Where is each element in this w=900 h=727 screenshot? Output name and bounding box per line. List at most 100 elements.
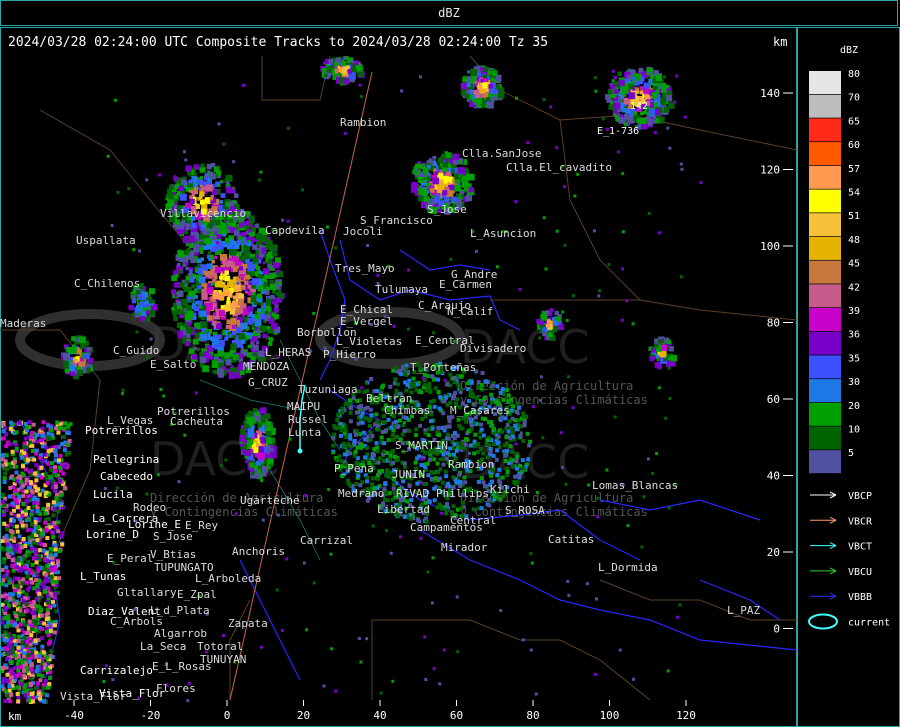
current-marker [297, 448, 303, 454]
place-label: Medrano [338, 487, 384, 500]
legend-track-keys: VBCP VBCR VBCT VBCU VBBB current [808, 491, 890, 630]
place-label: TUNUYAN [200, 653, 246, 666]
legend-level-label: 42 [848, 282, 860, 293]
legend-swatch [809, 450, 841, 474]
place-label: Libertad [377, 503, 430, 516]
current-ellipse-icon [808, 613, 838, 630]
place-label: Carrizal [300, 534, 353, 547]
place-label: Tres_Mayo [335, 262, 395, 275]
place-label: MENDOZA [243, 360, 290, 373]
x-tick-label: 120 [676, 709, 696, 722]
place-label: L_PAZ [727, 604, 760, 617]
place-label: MAIPU [287, 400, 320, 413]
place-label-major: Cabecedo [100, 470, 153, 483]
legend-swatch [809, 426, 841, 450]
legend-swatch [809, 236, 841, 260]
legend-swatch [809, 189, 841, 213]
legend-color-scale: 80 70 65 60 57 54 51 48 45 42 39 36 35 30 20 10 5 [809, 69, 860, 474]
y-tick-label: 120 [760, 164, 780, 177]
storm-id-label: E_1-736 [597, 126, 639, 137]
legend-track-label: VBCT [848, 542, 872, 553]
place-label: P_Pena [334, 462, 374, 475]
place-label-major: Pellegrina [93, 453, 159, 466]
place-label: Clla.El_cavadito [506, 161, 612, 174]
place-label: Phillips [436, 487, 489, 500]
legend-level-label: 80 [848, 69, 860, 80]
legend-swatch [809, 118, 841, 142]
km-label: km [773, 35, 788, 49]
place-label: Maderas [0, 317, 46, 330]
legend-swatch [809, 355, 841, 379]
x-tick-label: 20 [297, 709, 310, 722]
place-label: Jocoli [343, 225, 383, 238]
place-label: Algarrob [154, 627, 207, 640]
x-tick-label: -40 [64, 709, 84, 722]
place-label: L_Dormida [598, 561, 658, 574]
place-label: Lunta [288, 426, 321, 439]
place-label: Tuzuniaga [298, 383, 358, 396]
legend-swatch [809, 308, 841, 331]
place-label: Uspallata [76, 234, 136, 247]
place-label: M_Casares [450, 404, 510, 417]
place-label: P_Hierro [323, 348, 376, 361]
legend-level-label: 45 [848, 259, 860, 270]
place-label-major: Lucila [93, 488, 133, 501]
place-label: JUNIN [392, 468, 425, 481]
legend-level-label: 70 [848, 93, 860, 104]
legend-level-label: 51 [848, 211, 860, 222]
place-label: Mirador [441, 541, 488, 554]
y-tick-label: 0 [773, 623, 780, 636]
legend-swatch [809, 331, 841, 355]
legend-swatch [809, 213, 841, 237]
legend-level-label: 65 [848, 116, 860, 127]
legend-level-label: 20 [848, 401, 860, 412]
radar-map[interactable]: DACC DACC DACC DACC Dirección de Agricul… [0, 0, 900, 727]
place-label-major: L_Tunas [80, 570, 126, 583]
y-tick-label: 100 [760, 240, 780, 253]
y-tick-label: 80 [767, 317, 780, 330]
place-label: Anchoris [232, 545, 285, 558]
legend-level-label: 10 [848, 425, 860, 436]
place-label: S_MARTIN [395, 439, 448, 452]
place-label: Central [450, 514, 496, 527]
legend-track-label: VBBB [848, 592, 872, 603]
place-label: La_Seca [140, 640, 186, 653]
place-label: C_Guido [113, 344, 159, 357]
place-label: L_Violetas [336, 335, 402, 348]
x-tick-label: 0 [224, 709, 231, 722]
place-label: S_Jose [427, 203, 467, 216]
place-label: N_Calif [447, 305, 493, 318]
place-label: T_Porteñas [410, 361, 476, 374]
place-label: Rambion [448, 458, 494, 471]
legend-title: dBZ [840, 45, 858, 56]
place-label: Clla.SanJose [462, 147, 541, 160]
x-axis-unit: km [8, 710, 22, 723]
y-tick-label: 140 [760, 87, 780, 100]
place-label: Totoral [197, 640, 243, 653]
legend-swatch [809, 94, 841, 118]
legend-level-label: 36 [848, 330, 860, 341]
legend-swatch [809, 260, 841, 284]
place-label: E_Carmen [439, 278, 492, 291]
place-label: Tulumaya [375, 283, 428, 296]
y-tick-label: 40 [767, 470, 780, 483]
legend-track-label: current [848, 618, 890, 629]
x-tick-label: 40 [373, 709, 386, 722]
legend-swatch [809, 142, 841, 166]
legend-level-label: 60 [848, 140, 860, 151]
legend-swatch [809, 284, 841, 308]
place-label: E_Zpal [177, 588, 217, 601]
legend-level-label: 30 [848, 377, 860, 388]
legend-level-label: 48 [848, 235, 860, 246]
place-label: V_Btias [150, 548, 196, 561]
place-label: L_HERAS [265, 346, 311, 359]
place-label: Capdevila [265, 224, 325, 237]
place-label: S_Jose [153, 530, 193, 543]
legend-track-label: VBCP [848, 491, 872, 502]
legend-level-label: 54 [848, 188, 860, 199]
legend-swatch [809, 379, 841, 403]
legend-level-label: 35 [848, 353, 860, 364]
place-label: Zapata [228, 617, 268, 630]
y-tick-label: 20 [767, 546, 780, 559]
place-label: Lomas_Blancas [592, 479, 678, 492]
